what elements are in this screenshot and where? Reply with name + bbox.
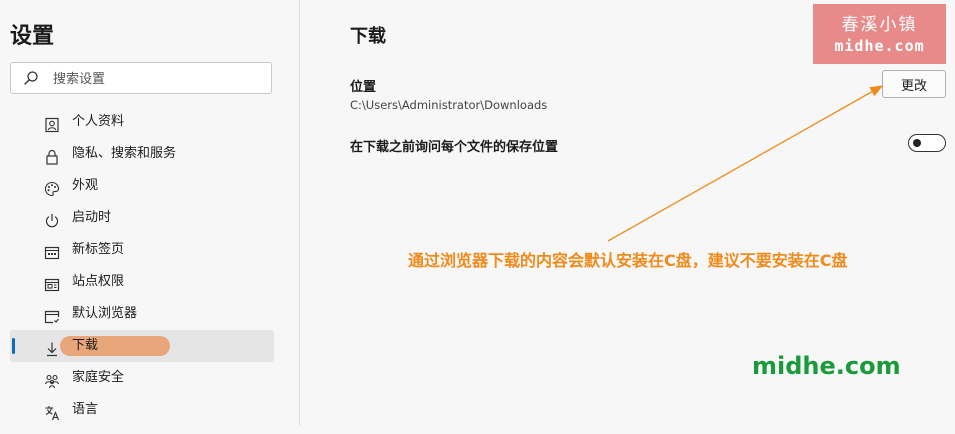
- watermark-top-text: 春溪小镇: [841, 15, 918, 35]
- brand-watermark: midhe.com: [752, 352, 901, 380]
- annotation-text: 通过浏览器下载的内容会默认安装在C盘，建议不要安装在C盘: [408, 251, 848, 270]
- watermark-logo: 春溪小镇 midhe.com: [813, 4, 946, 64]
- watermark-bottom-text: midhe.com: [834, 37, 925, 55]
